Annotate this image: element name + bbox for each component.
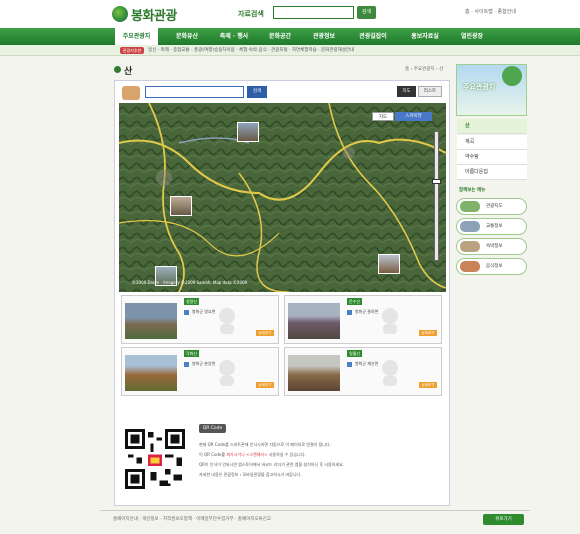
location-icon <box>184 310 189 315</box>
mountain-card[interactable]: 청량산 봉화군 명호면 상세보기 <box>121 295 279 344</box>
sidebar-item-mineral-spring[interactable]: 약수탕 <box>457 150 527 165</box>
mascot-watermark-icon <box>382 360 398 386</box>
house-icon <box>460 241 480 252</box>
card-more-button[interactable]: 상세보기 <box>256 330 274 336</box>
nav-item-tour-guide[interactable]: 관광길잡이 <box>352 28 394 45</box>
qr-code-image <box>125 429 185 489</box>
qr-description-2: 이 QR Code를 퍼가시거나 <스캔해서> 사용하실 수 있습니다. <box>199 452 306 457</box>
mountain-card[interactable]: 일월산 봉화군 재산면 상세보기 <box>284 347 442 396</box>
card-title[interactable]: 청량산 <box>184 298 200 305</box>
location-icon <box>347 310 352 315</box>
tree-icon <box>502 66 522 86</box>
qr-description-1: 현재 QR Code를 스마트폰에 인식시키면 자동으로 이 페이지로 연결이 … <box>199 442 331 447</box>
map-thumb-cheongnyangsan[interactable] <box>237 122 259 142</box>
food-icon <box>460 261 480 272</box>
mountain-card[interactable]: 각화산 봉화군 춘양면 상세보기 <box>121 347 279 396</box>
satellite-map[interactable]: 지도 스카이뷰 ©2009 Daum · Imagery ©2009 Samah… <box>119 103 446 292</box>
food-info-button[interactable]: 음식정보 <box>456 258 527 275</box>
map-zoom-slider[interactable] <box>434 131 439 261</box>
card-address: 봉화군 춘양면 <box>192 361 216 366</box>
card-address: 봉화군 물야면 <box>355 309 379 314</box>
card-more-button[interactable]: 상세보기 <box>419 382 437 388</box>
card-photo[interactable] <box>125 303 177 339</box>
search-label: 자료검색 <box>238 10 264 18</box>
subnav-links[interactable]: 일선 · 축제 · 종합교통 · 풍광(여행)승용차이용 · 체험·숙박·음식 … <box>148 47 354 53</box>
nav-item-culture-space[interactable]: 문화공간 <box>263 28 297 45</box>
map-icon <box>460 201 480 212</box>
sidebar-item-beautiful-house[interactable]: 아름다운집 <box>457 165 527 180</box>
map-thumb-gakhwasan[interactable] <box>378 254 400 274</box>
location-icon <box>347 362 352 367</box>
qr-code-badge: QR Code <box>199 424 226 433</box>
map-credit: ©2009 Daum · Imagery ©2009 Samah, Map da… <box>132 280 248 285</box>
mascot-watermark-icon <box>219 308 235 334</box>
utility-links[interactable]: 홈 · 사이트맵 · 종합안내 <box>465 8 516 15</box>
map-search-button[interactable]: 검색 <box>247 86 267 98</box>
site-search-button[interactable]: 검색 <box>357 6 376 19</box>
mascot-icon <box>122 86 140 100</box>
map-zoom-handle[interactable] <box>432 179 441 184</box>
title-bullet-icon <box>114 66 121 73</box>
map-thumb-munsusan[interactable] <box>170 196 192 216</box>
map-toggle-map[interactable]: 지도 <box>372 112 394 121</box>
lodging-info-button[interactable]: 숙박정보 <box>456 238 527 255</box>
map-toggle-satellite[interactable]: 스카이뷰 <box>395 112 432 121</box>
sidebar-item-valley[interactable]: 계곡 <box>457 135 527 150</box>
card-address: 봉화군 재산면 <box>355 361 379 366</box>
location-icon <box>184 362 189 367</box>
main-navigation: 주요관광지 문화유산 축제 · 행사 문화공간 관광정보 관광길잡이 홍보자료실… <box>0 28 580 45</box>
card-title[interactable]: 일월산 <box>347 350 363 357</box>
subnav-badge: 관광지추천 <box>120 47 144 54</box>
mascot-watermark-icon <box>219 360 235 386</box>
map-view-button[interactable]: 지도 <box>397 86 416 97</box>
logo-icon[interactable] <box>112 6 128 22</box>
card-photo[interactable] <box>288 355 340 391</box>
nav-item-main-sights[interactable]: 주요관광지 <box>115 28 158 45</box>
card-photo[interactable] <box>125 355 177 391</box>
footer-links[interactable]: 홈페이지안내 · 개인정보 · 저작권보호정책 · 이메일무단수집거부 · 홈페… <box>113 516 271 522</box>
related-menu-title: 함께보는 메뉴 <box>459 188 486 193</box>
traffic-info-button[interactable]: 교통정보 <box>456 218 527 235</box>
sidebar-title: 주요관광지 <box>463 83 496 91</box>
site-logo-text[interactable]: 봉화관광 <box>131 5 177 24</box>
mascot-watermark-icon <box>382 308 398 334</box>
tour-map-button[interactable]: 관광지도 <box>456 198 527 215</box>
qr-description-3: QR이 인식이 안되시면 앱스토어에서 바코드 리더기 관련 앱을 설치하신 후… <box>199 462 345 467</box>
nav-item-open-square[interactable]: 열린광장 <box>455 28 489 45</box>
nav-item-heritage[interactable]: 문화유산 <box>170 28 204 45</box>
card-more-button[interactable]: 상세보기 <box>256 382 274 388</box>
card-title[interactable]: 문수산 <box>347 298 363 305</box>
site-search-input[interactable] <box>273 6 354 19</box>
nav-item-festival[interactable]: 축제 · 행사 <box>214 28 254 45</box>
sidebar-item-mountain[interactable]: 산 <box>457 119 527 134</box>
qr-description-4: 자세한 내용은 관광정보 › 모바일관광을 참고하시기 바랍니다. <box>199 472 302 477</box>
mountain-card[interactable]: 문수산 봉화군 물야면 상세보기 <box>284 295 442 344</box>
breadcrumb: 홈 › 주요관광지 › 산 <box>405 67 444 72</box>
nav-item-tour-info[interactable]: 관광정보 <box>307 28 341 45</box>
list-view-button[interactable]: 리스트 <box>418 86 442 97</box>
card-photo[interactable] <box>288 303 340 339</box>
back-to-top-button[interactable]: 위로가기 <box>483 514 524 525</box>
footer-divider <box>100 510 530 511</box>
card-title[interactable]: 각화산 <box>184 350 200 357</box>
car-icon <box>460 221 480 232</box>
card-address: 봉화군 명호면 <box>192 309 216 314</box>
card-more-button[interactable]: 상세보기 <box>419 330 437 336</box>
nav-item-pr-room[interactable]: 홍보자료실 <box>404 28 446 45</box>
page-title: 산 <box>124 67 133 77</box>
map-search-input[interactable] <box>145 86 244 98</box>
